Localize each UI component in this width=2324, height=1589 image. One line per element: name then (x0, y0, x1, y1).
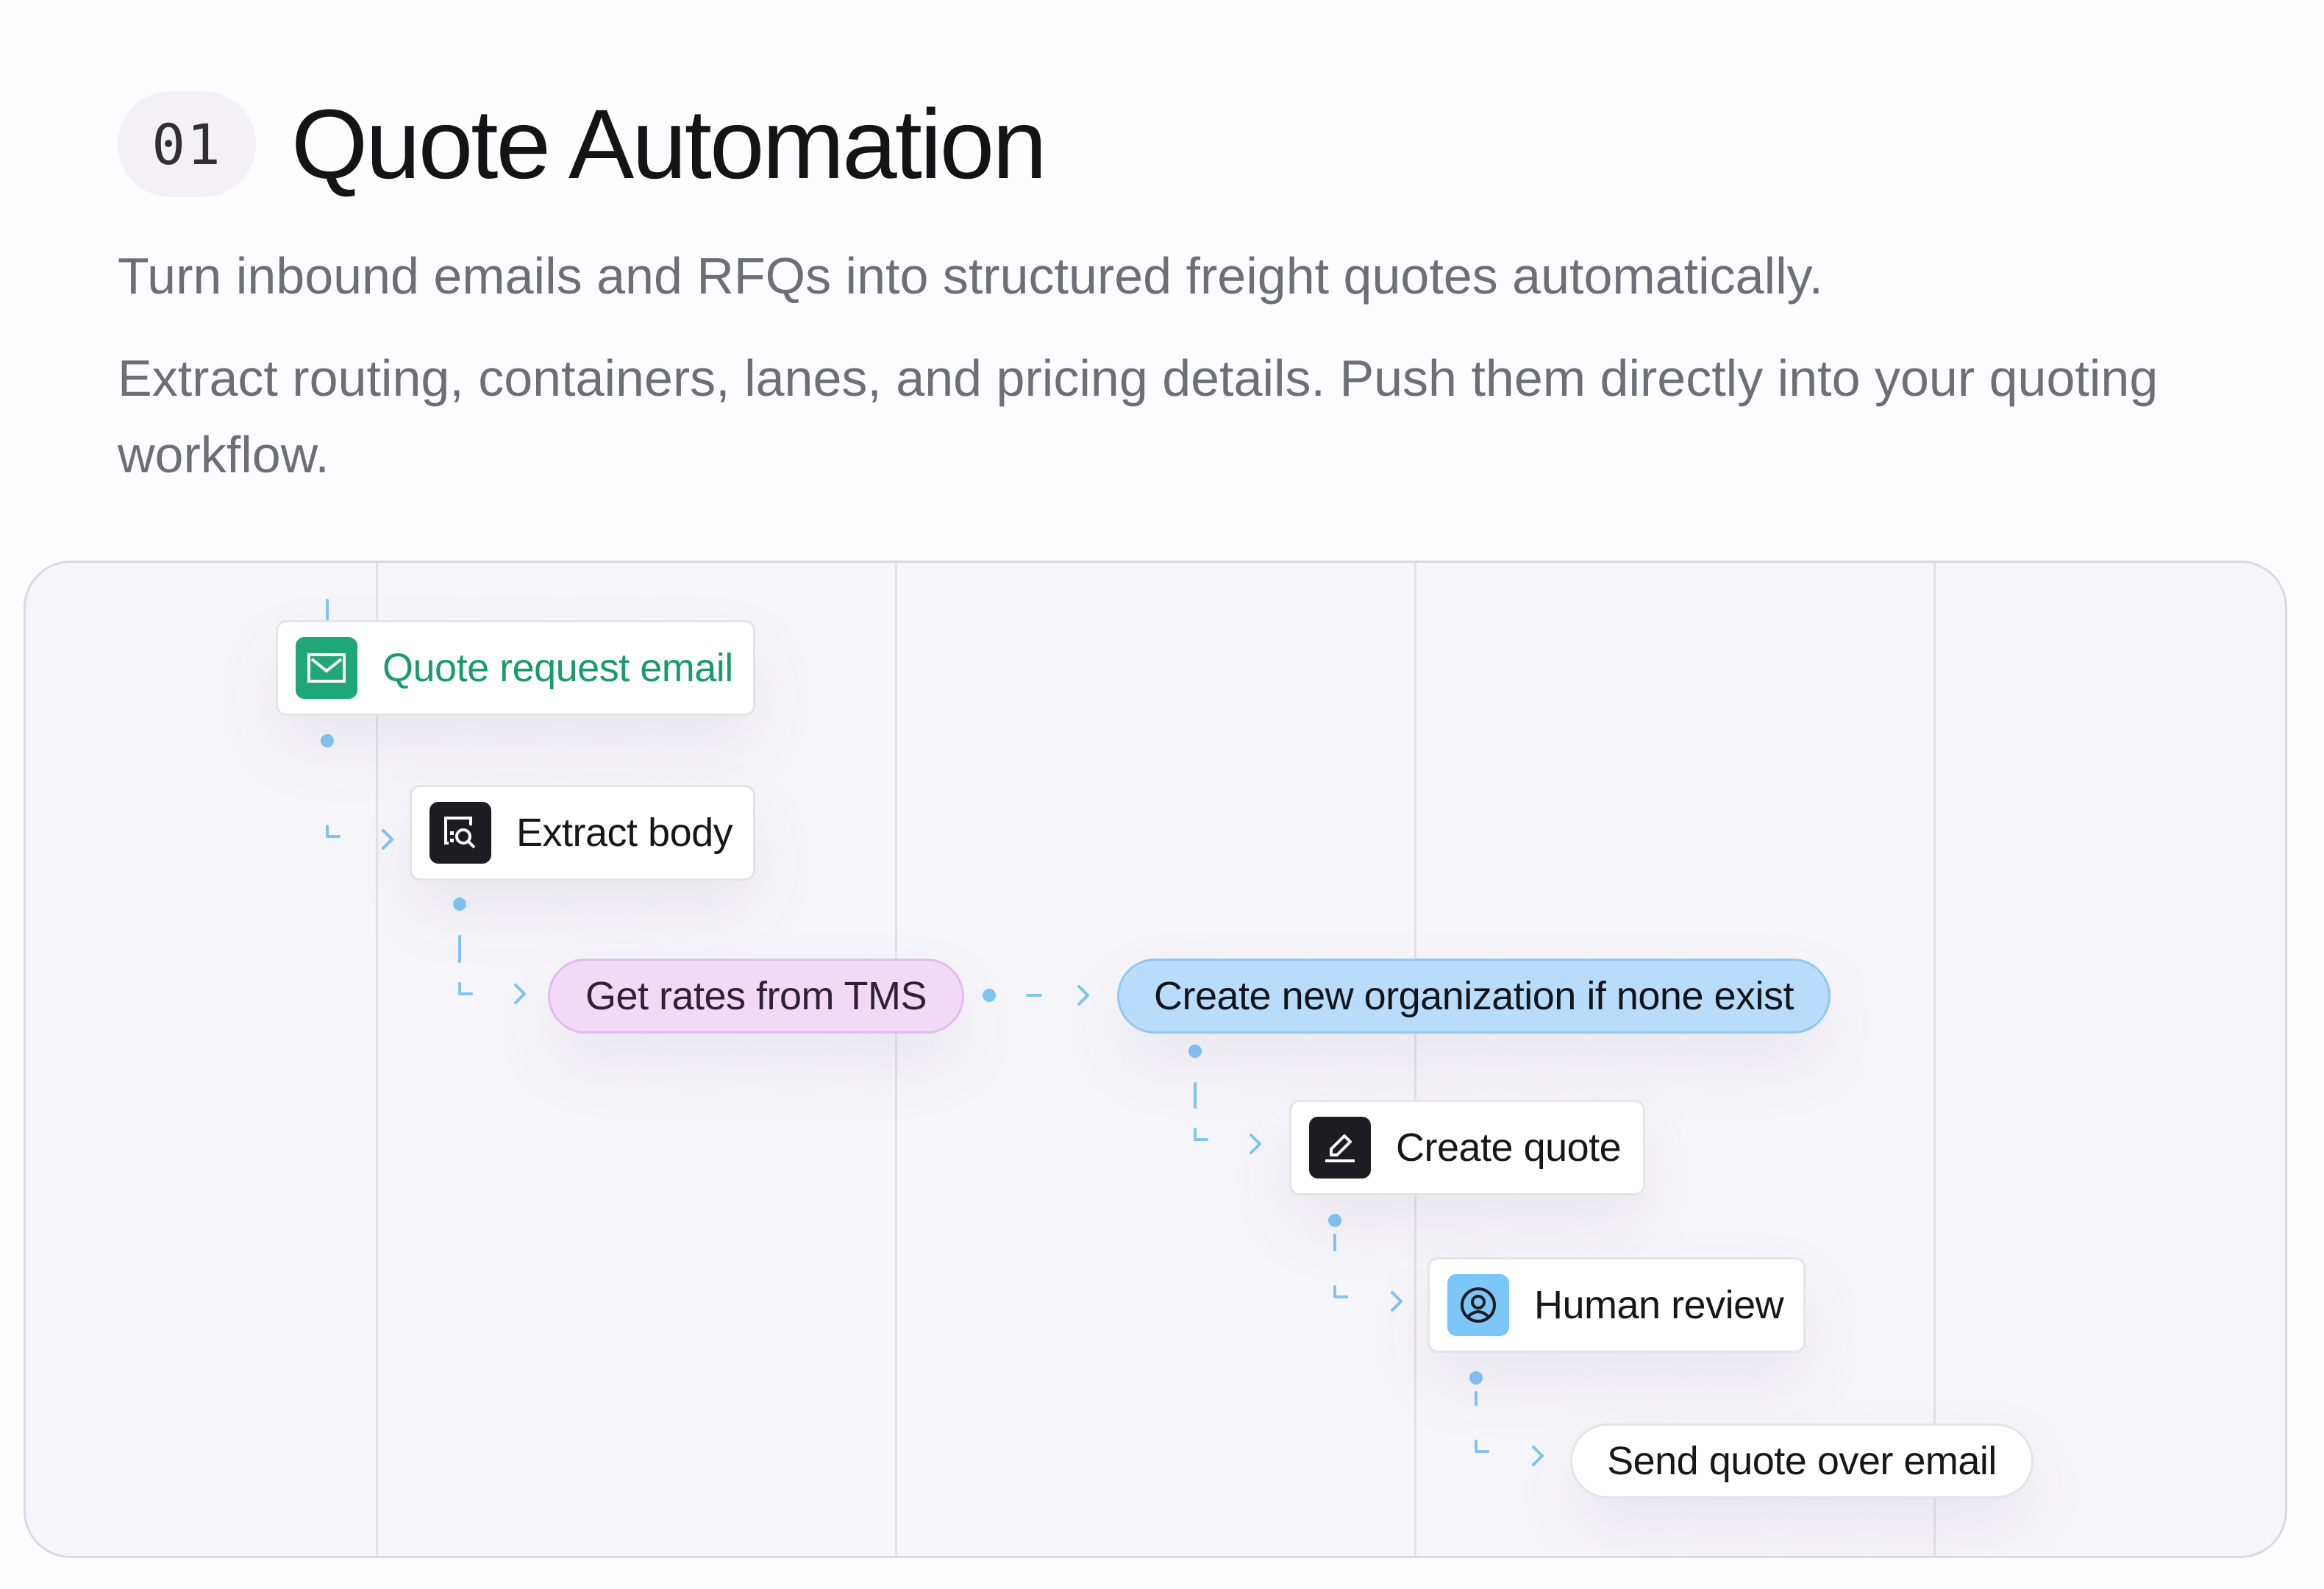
step-create-new-organization[interactable]: Create new organization if none exist (1117, 959, 1831, 1034)
step-extract-body[interactable]: Extract body (410, 785, 755, 881)
step-label: Create new organization if none exist (1153, 974, 1794, 1018)
workflow-diagram: Quote request email Extract body Get rat… (24, 561, 2287, 1558)
user-circle-icon (1447, 1274, 1509, 1336)
section-description: Extract routing, containers, lanes, and … (118, 349, 2159, 483)
step-quote-request-email[interactable]: Quote request email (276, 620, 755, 716)
step-label: Send quote over email (1607, 1439, 1997, 1483)
step-label: Create quote (1396, 1126, 1622, 1170)
section-number: 01 (152, 111, 222, 177)
document-search-icon (429, 802, 491, 864)
step-label: Get rates from TMS (585, 974, 927, 1018)
step-get-rates-from-tms[interactable]: Get rates from TMS (548, 959, 964, 1034)
step-label: Human review (1534, 1283, 1784, 1327)
section-subtitle: Turn inbound emails and RFQs into struct… (118, 247, 1823, 305)
step-send-quote-over-email[interactable]: Send quote over email (1570, 1423, 2034, 1499)
step-human-review[interactable]: Human review (1427, 1257, 1806, 1353)
pencil-icon (1309, 1117, 1371, 1179)
step-label: Extract body (516, 811, 733, 855)
page-title: Quote Automation (291, 90, 1047, 199)
mail-icon (296, 637, 357, 699)
step-create-quote[interactable]: Create quote (1289, 1100, 1645, 1195)
section-number-badge: 01 (118, 91, 256, 197)
step-label: Quote request email (382, 646, 733, 690)
